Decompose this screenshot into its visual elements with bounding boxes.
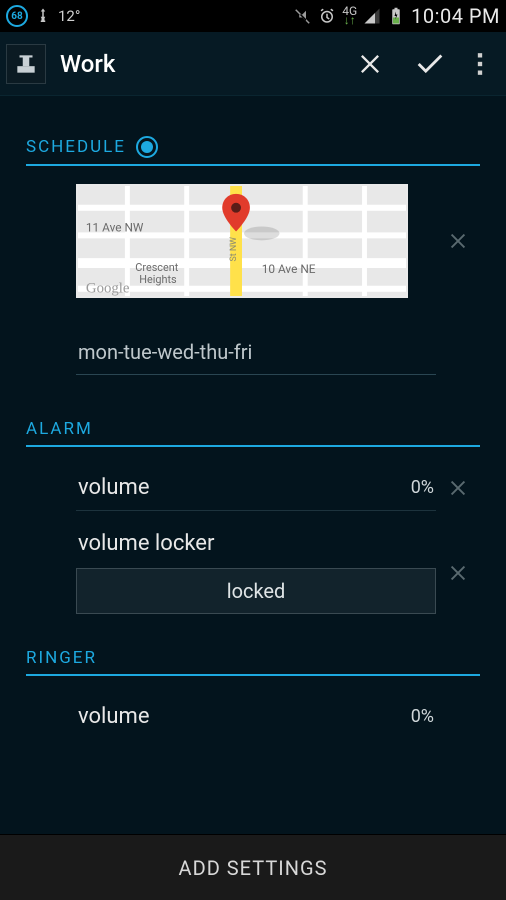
- alarm-icon: [318, 7, 336, 25]
- status-bar: 68 12° 4G ↓↑ 10:04 PM: [0, 0, 506, 32]
- add-settings-label: ADD SETTINGS: [179, 856, 328, 880]
- map-street-label: St NW: [229, 237, 239, 262]
- volume-locker-button[interactable]: locked: [76, 568, 436, 614]
- svg-text:Heights: Heights: [139, 273, 177, 286]
- remove-alarm-volume-button[interactable]: [436, 477, 480, 499]
- setting-value: 0%: [411, 477, 434, 498]
- map-logo: Google: [86, 281, 130, 297]
- ringer-volume-setting[interactable]: volume 0%: [76, 694, 436, 739]
- setting-label: volume locker: [76, 531, 436, 568]
- location-map-thumbnail[interactable]: St NW 11 Ave NW Crescent Heights 10 Ave …: [76, 184, 408, 298]
- section-header-ringer: RINGER: [26, 648, 480, 676]
- battery-circle-icon: 68: [6, 5, 28, 27]
- page-title: Work: [60, 50, 115, 78]
- confirm-button[interactable]: [400, 32, 460, 96]
- alarm-volume-row: volume 0%: [26, 465, 480, 511]
- content-scroll[interactable]: SCHEDULE: [0, 96, 506, 834]
- alarm-volume-locker-row: volume locker locked: [26, 531, 480, 614]
- schedule-days-row: mon-tue-wed-thu-fri: [26, 330, 480, 375]
- remove-volume-locker-button[interactable]: [436, 562, 480, 584]
- cancel-button[interactable]: [340, 32, 400, 96]
- map-label-nw: 11 Ave NW: [86, 220, 144, 234]
- overflow-menu-button[interactable]: [460, 32, 500, 96]
- setting-label: volume: [78, 475, 149, 500]
- usb-icon: [34, 7, 52, 25]
- setting-label: volume: [78, 704, 149, 729]
- section-header-label: ALARM: [26, 419, 93, 439]
- section-header-label: RINGER: [26, 648, 97, 668]
- clock: 10:04 PM: [411, 4, 500, 28]
- profile-icon[interactable]: [6, 44, 46, 84]
- temperature-readout: 12°: [58, 7, 80, 25]
- ringer-volume-row: volume 0%: [26, 694, 480, 739]
- action-bar: Work: [0, 32, 506, 96]
- mute-icon: [294, 7, 312, 25]
- days-input[interactable]: mon-tue-wed-thu-fri: [76, 330, 436, 375]
- map-label-ne: 10 Ave NE: [262, 262, 316, 276]
- remove-location-button[interactable]: [436, 230, 480, 252]
- section-header-schedule: SCHEDULE: [26, 136, 480, 166]
- network-label: 4G ↓↑: [342, 7, 357, 25]
- schedule-radio[interactable]: [136, 136, 158, 158]
- signal-icon: [363, 7, 381, 25]
- battery-charging-icon: [387, 7, 405, 25]
- add-settings-button[interactable]: ADD SETTINGS: [0, 834, 506, 900]
- section-header-alarm: ALARM: [26, 419, 480, 447]
- schedule-location-row: St NW 11 Ave NW Crescent Heights 10 Ave …: [26, 184, 480, 298]
- alarm-volume-setting[interactable]: volume 0%: [76, 465, 436, 511]
- section-header-label: SCHEDULE: [26, 137, 126, 157]
- setting-value: 0%: [411, 706, 434, 727]
